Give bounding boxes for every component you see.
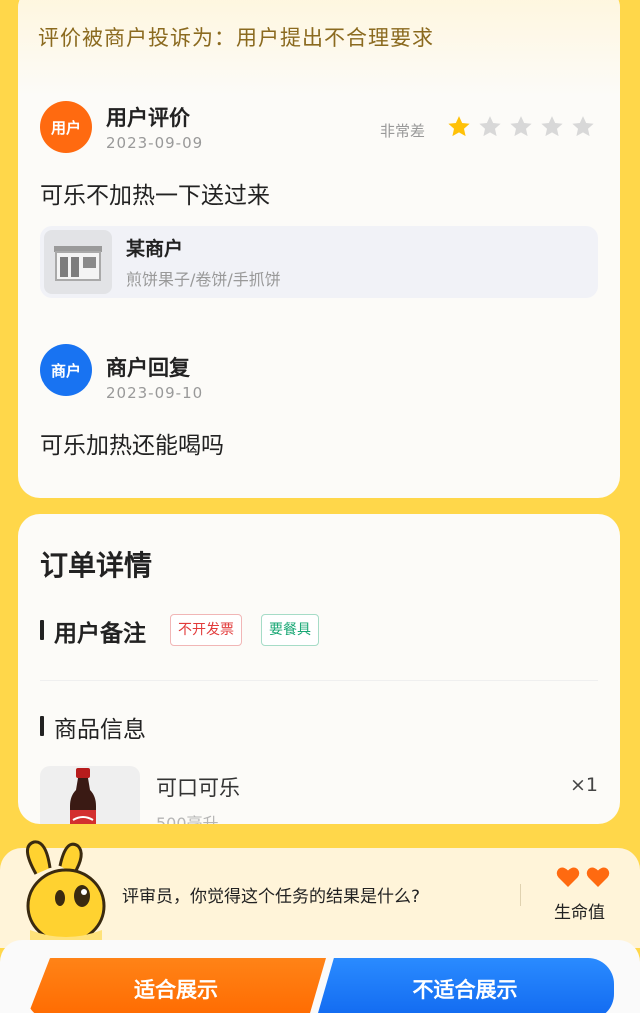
not-suitable-button[interactable]: 不适合展示 [316,958,614,1013]
divider [40,680,598,681]
heart-icon [586,867,610,887]
divider [520,884,521,906]
star-icon [572,116,594,137]
product-spec: 500毫升 [156,814,219,824]
star-icon [479,116,501,137]
tag-no-invoice: 不开发票 [170,614,242,646]
mascot-icon [26,840,106,944]
shop-name: 某商户 [126,238,184,260]
order-details-card: 订单详情 用户备注 不开发票 要餐具 商品信息 可口可乐 500毫升 ×1 [18,514,620,824]
merchant-avatar: 商户 [40,344,92,396]
star-rating [446,114,596,140]
rating-label: 非常差 [380,122,426,140]
product-info-title: 商品信息 [54,717,146,743]
star-icon [448,116,470,137]
life-hearts [556,866,610,888]
tag-need-utensils: 要餐具 [261,614,319,646]
heart-icon [556,867,580,887]
shop-card[interactable]: 某商户 煎饼果子/卷饼/手抓饼 [40,226,598,298]
suitable-button[interactable]: 适合展示 [26,958,326,1013]
merchant-reply-content: 可乐加热还能喝吗 [40,433,224,459]
cola-bottle-icon [40,766,140,824]
storefront-icon [44,230,112,294]
user-review-title: 用户评价 [106,106,190,130]
user-review-date: 2023-09-09 [106,134,204,152]
order-details-title: 订单详情 [40,549,153,582]
star-icon [510,116,532,137]
merchant-reply-date: 2023-09-10 [106,384,204,402]
product-quantity: ×1 [569,774,598,796]
star-icon [541,116,563,137]
product-name: 可口可乐 [156,776,240,800]
merchant-reply-title: 商户回复 [106,356,190,380]
section-marker [40,620,44,640]
review-card: 评价被商户投诉为：用户提出不合理要求 用户 用户评价 2023-09-09 非常… [18,0,620,498]
reviewer-question: 评审员，你觉得这个任务的结果是什么? [122,887,421,907]
user-remark-title: 用户备注 [54,621,146,647]
shop-category: 煎饼果子/卷饼/手抓饼 [126,270,281,289]
user-avatar: 用户 [40,101,92,153]
section-marker [40,716,44,736]
life-label: 生命值 [554,903,605,923]
user-review-content: 可乐不加热一下送过来 [40,183,270,209]
complaint-text: 评价被商户投诉为：用户提出不合理要求 [38,26,434,50]
